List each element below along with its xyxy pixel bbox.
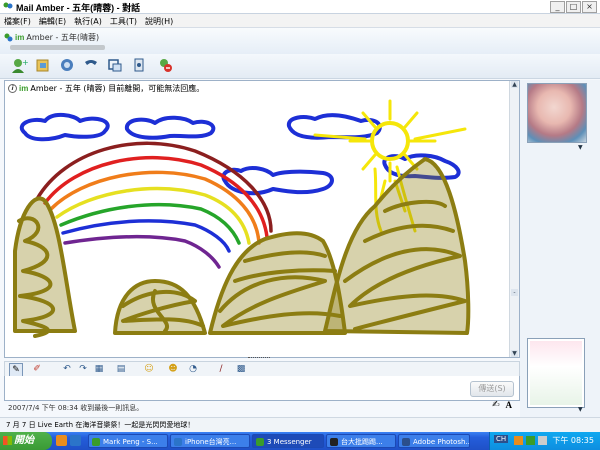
- task-label: 台大批踢踢...: [341, 438, 383, 446]
- window-title: Mail Amber - 五年(晴蓉) - 對話: [16, 3, 141, 13]
- task-label: Adobe Photosh...: [413, 438, 470, 446]
- contact-email-redacted: [10, 45, 105, 50]
- block-icon[interactable]: [156, 57, 174, 74]
- messenger-icon: [256, 438, 264, 446]
- call-icon[interactable]: [82, 57, 100, 74]
- quicklaunch-ie-icon[interactable]: [70, 435, 81, 446]
- personal-message: 7 月 7 日 Live Earth 在海洋音樂祭！一起是光閃閃愛地球！: [6, 421, 195, 429]
- menu-tools[interactable]: 工具(T): [106, 14, 141, 27]
- background-icon[interactable]: ▤: [115, 363, 127, 375]
- title-bar: Mail Amber - 五年(晴蓉) - 對話 _ □ ×: [0, 0, 600, 14]
- wink-icon[interactable]: ☻: [167, 363, 179, 375]
- clock: 下午 08:35: [552, 436, 594, 445]
- away-notice: Amber - 五年 (晴蓉) 目前離開，可能無法回應。: [30, 84, 205, 93]
- messenger-icon: [92, 438, 100, 446]
- contact-name: Amber - 五年(晴蓉): [26, 33, 100, 42]
- emoticon-icon[interactable]: ☺: [143, 363, 155, 375]
- task-label: Mark Peng - S...: [103, 438, 158, 446]
- menu-bar: 檔案(F) 編輯(E) 執行(A) 工具(T) 說明(H): [0, 14, 600, 28]
- eraser-icon[interactable]: ✐: [31, 363, 43, 375]
- conversation-area[interactable]: i im Amber - 五年 (晴蓉) 目前離開，可能無法回應。 ▲ - ▼: [4, 80, 520, 358]
- status-info-line: i im Amber - 五年 (晴蓉) 目前離開，可能無法回應。: [8, 83, 204, 94]
- font-color-icon[interactable]: ▩: [235, 363, 247, 375]
- menu-actions[interactable]: 執行(A): [70, 14, 106, 27]
- handwriting-drawing: [13, 99, 471, 338]
- scroll-up-icon[interactable]: ▲: [511, 81, 518, 88]
- task-label: iPhone台灣亮...: [185, 438, 237, 446]
- font-icon[interactable]: ∕: [215, 363, 227, 375]
- minimize-button[interactable]: _: [550, 1, 565, 13]
- send-button[interactable]: 傳送(S): [470, 381, 514, 397]
- info-icon: i: [8, 84, 17, 93]
- scroll-thumb[interactable]: -: [511, 289, 518, 296]
- im-logo-small: im: [19, 84, 29, 93]
- windows-logo-icon: [3, 436, 12, 445]
- menu-help[interactable]: 說明(H): [141, 14, 177, 27]
- my-avatar-image: [530, 341, 582, 405]
- last-message-info: 2007/7/4 下午 08:34 收到最後一則訊息。: [8, 404, 144, 412]
- maximize-button[interactable]: □: [566, 1, 581, 13]
- format-toolbar: ✎ ✐ ↶ ↷ ▦ ▤ ☺ ☻ ◔ ∕ ▩: [4, 361, 520, 377]
- scroll-down-icon[interactable]: ▼: [511, 350, 518, 357]
- svg-text:+: +: [22, 58, 28, 67]
- menu-edit[interactable]: 編輯(E): [35, 14, 70, 27]
- terminal-icon: [330, 438, 338, 446]
- contact-status-icon: [4, 33, 13, 42]
- chevron-down-icon[interactable]: ▼: [578, 144, 583, 151]
- system-tray: CH 下午 08:35: [489, 432, 600, 450]
- start-label: 開始: [14, 435, 34, 446]
- browser-icon: [174, 438, 182, 446]
- task-item-2[interactable]: iPhone台灣亮...: [170, 434, 250, 448]
- personal-message-bar: 7 月 7 日 Live Earth 在海洋音樂祭！一起是光閃閃愛地球！: [0, 417, 600, 432]
- activities-icon[interactable]: [106, 57, 124, 74]
- action-toolbar: +: [0, 54, 600, 79]
- message-input[interactable]: [4, 376, 520, 401]
- display-picture-panel: ▼ ▼: [520, 80, 600, 432]
- contact-header: im Amber - 五年(晴蓉): [0, 28, 600, 54]
- video-call-icon[interactable]: [58, 57, 76, 74]
- task-item-5[interactable]: Adobe Photosh...: [398, 434, 470, 448]
- undo-icon[interactable]: ↶: [61, 363, 73, 375]
- task-item-3[interactable]: 3 Messenger: [252, 434, 324, 448]
- language-indicator[interactable]: CH: [494, 435, 509, 443]
- handwriting-mode-icon[interactable]: ✍: [492, 400, 500, 410]
- task-item-1[interactable]: Mark Peng - S...: [88, 434, 168, 448]
- windows-taskbar: 開始 Mark Peng - S... iPhone台灣亮... 3 Messe…: [0, 432, 600, 450]
- tray-messenger-icon[interactable]: [526, 436, 535, 445]
- share-files-icon[interactable]: [34, 57, 52, 74]
- messenger-icon: [3, 2, 13, 9]
- chat-window: Mail Amber - 五年(晴蓉) - 對話 _ □ × 檔案(F) 編輯(…: [0, 0, 600, 432]
- close-button[interactable]: ×: [582, 1, 597, 13]
- menu-file[interactable]: 檔案(F): [0, 14, 35, 27]
- quicklaunch-icon[interactable]: [56, 435, 67, 446]
- chat-scrollbar[interactable]: ▲ - ▼: [509, 81, 519, 357]
- tray-icon[interactable]: [514, 436, 523, 445]
- invite-icon[interactable]: +: [10, 57, 28, 74]
- photoshop-icon: [402, 438, 410, 446]
- im-logo: im: [15, 33, 25, 42]
- redo-icon[interactable]: ↷: [77, 363, 89, 375]
- tray-volume-icon[interactable]: [538, 436, 547, 445]
- contact-avatar[interactable]: [527, 83, 587, 143]
- task-label: 3 Messenger: [267, 438, 312, 446]
- task-item-4[interactable]: 台大批踢踢...: [326, 434, 396, 448]
- nudge-icon[interactable]: ◔: [187, 363, 199, 375]
- text-mode-icon[interactable]: A: [506, 400, 513, 410]
- my-avatar[interactable]: [527, 338, 585, 408]
- start-button[interactable]: 開始: [0, 432, 52, 450]
- pen-size-icon[interactable]: ▦: [93, 363, 105, 375]
- handwriting-pen-icon[interactable]: ✎: [9, 363, 23, 377]
- chevron-down-icon-2[interactable]: ▼: [578, 406, 583, 413]
- games-icon[interactable]: [130, 57, 148, 74]
